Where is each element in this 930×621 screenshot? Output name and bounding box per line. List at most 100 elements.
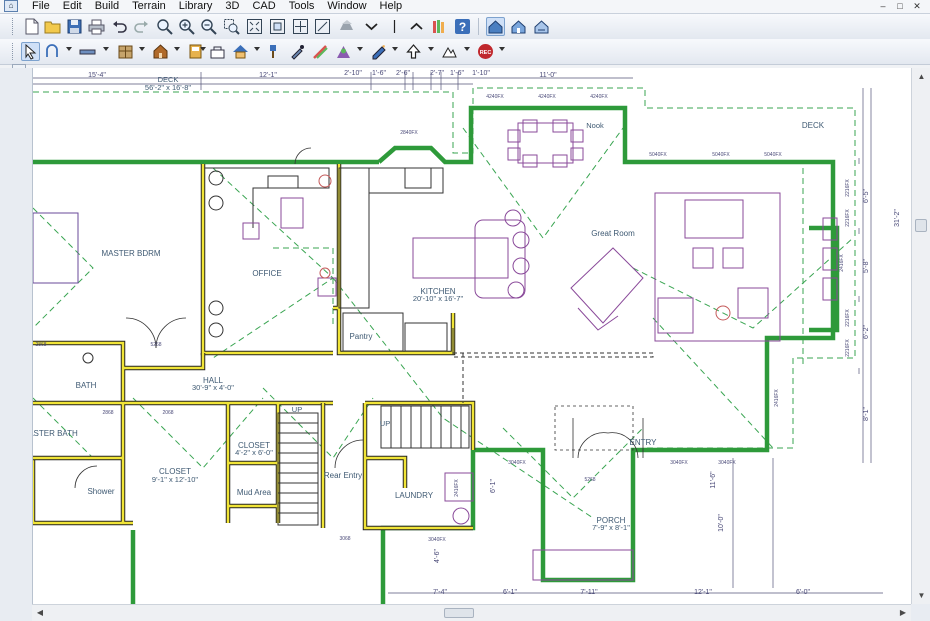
text-tool-dropdown[interactable] bbox=[392, 47, 398, 51]
master-bath-label: ASTER BATH bbox=[33, 429, 78, 438]
close-button[interactable]: ✕ bbox=[910, 0, 924, 12]
menu-bar: ⌂ File Edit Build Terrain Library 3D CAD… bbox=[0, 0, 930, 14]
wall-tool-icon[interactable] bbox=[78, 42, 97, 61]
arrow-tool-dropdown[interactable] bbox=[428, 47, 434, 51]
library-browser-icon[interactable] bbox=[430, 17, 449, 36]
open-icon[interactable] bbox=[43, 17, 62, 36]
cabinet-outlines bbox=[205, 167, 654, 403]
record-dropdown[interactable] bbox=[499, 47, 505, 51]
camera-tool-icon[interactable] bbox=[334, 42, 353, 61]
print-icon[interactable] bbox=[87, 17, 106, 36]
paint-brush-icon[interactable] bbox=[266, 42, 285, 61]
door-swings bbox=[74, 147, 644, 489]
door-tool-icon[interactable] bbox=[151, 42, 170, 61]
main-toolbar: ? bbox=[0, 14, 930, 40]
terrain-tool-icon[interactable] bbox=[440, 42, 459, 61]
terrain-tool-dropdown[interactable] bbox=[464, 47, 470, 51]
text-tool-icon[interactable] bbox=[369, 42, 388, 61]
scroll-left-icon[interactable]: ◀ bbox=[32, 605, 48, 621]
menu-3d[interactable]: 3D bbox=[225, 0, 239, 13]
laundry-label: LAUNDRY bbox=[395, 491, 434, 500]
menu-window[interactable]: Window bbox=[327, 0, 366, 13]
cabinet-tool-dropdown[interactable] bbox=[139, 47, 145, 51]
stairs-up-label: UP bbox=[292, 405, 302, 414]
hall-dims: 30'-9" x 4'-0" bbox=[192, 383, 234, 392]
help-icon[interactable]: ? bbox=[453, 17, 472, 36]
room-labels: DECK 56'-2" x 16'-8" DECK Nook MASTER BD… bbox=[33, 75, 825, 532]
menu-build[interactable]: Build bbox=[95, 0, 119, 13]
window-tag: 2840FX bbox=[400, 130, 418, 136]
dim-misc-0: 6'-1" bbox=[490, 479, 497, 493]
vertical-scroll-thumb[interactable] bbox=[915, 219, 927, 232]
plan-view-icon[interactable] bbox=[486, 17, 505, 36]
floor-up-icon[interactable] bbox=[407, 17, 426, 36]
wall-tool-dropdown[interactable] bbox=[103, 47, 109, 51]
redo-icon[interactable] bbox=[132, 17, 151, 36]
zoom-out-icon[interactable] bbox=[199, 17, 218, 36]
drawing-canvas[interactable]: DECK 56'-2" x 16'-8" DECK Nook MASTER BD… bbox=[32, 68, 912, 604]
door-tag: 2868 bbox=[102, 410, 113, 416]
arrow-up-tool-icon[interactable] bbox=[404, 42, 423, 61]
closet-small-dims: 4'-2" x 6'-0" bbox=[235, 448, 273, 457]
menu-file[interactable]: File bbox=[32, 0, 50, 13]
zoom-box-icon[interactable] bbox=[222, 17, 241, 36]
menu-terrain[interactable]: Terrain bbox=[132, 0, 166, 13]
scroll-right-icon[interactable]: ▶ bbox=[895, 605, 911, 621]
great-room-label: Great Room bbox=[591, 229, 635, 238]
select-arrow-icon[interactable] bbox=[21, 42, 40, 61]
undo-icon[interactable] bbox=[110, 17, 129, 36]
menu-tools[interactable]: Tools bbox=[289, 0, 315, 13]
window-tag: 4240FX bbox=[538, 94, 556, 100]
cabinet-tool-icon[interactable] bbox=[116, 42, 135, 61]
edit-handles-icon[interactable] bbox=[43, 42, 62, 61]
menu-library[interactable]: Library bbox=[179, 0, 213, 13]
stairs-tool-icon[interactable] bbox=[208, 42, 227, 61]
pan-icon[interactable] bbox=[291, 17, 310, 36]
record-icon[interactable]: REC bbox=[476, 42, 495, 61]
horizontal-scroll-thumb[interactable] bbox=[444, 608, 474, 618]
save-icon[interactable] bbox=[65, 17, 84, 36]
roof-tool-icon[interactable] bbox=[231, 42, 250, 61]
fill-window-icon[interactable] bbox=[245, 17, 264, 36]
window-tag: 5040FX bbox=[649, 152, 667, 158]
level-split-icon[interactable] bbox=[385, 17, 404, 36]
minimize-button[interactable]: – bbox=[876, 0, 890, 12]
overview-icon[interactable] bbox=[532, 17, 551, 36]
scroll-down-icon[interactable]: ▼ bbox=[912, 587, 930, 604]
trees-icon[interactable] bbox=[337, 17, 356, 36]
door-tag: 2068 bbox=[162, 410, 173, 416]
window-tag: 2216FX bbox=[845, 209, 851, 227]
toolbar-grip[interactable] bbox=[12, 18, 16, 35]
edit-handles-dropdown[interactable] bbox=[66, 47, 72, 51]
dim-right-4: 8'-1" bbox=[863, 407, 870, 421]
scroll-up-icon[interactable]: ▲ bbox=[912, 68, 930, 85]
window-tag: 2216FX bbox=[845, 179, 851, 197]
material-eyedropper-icon[interactable] bbox=[288, 42, 307, 61]
color-palette-icon[interactable] bbox=[311, 42, 330, 61]
menu-help[interactable]: Help bbox=[380, 0, 403, 13]
zoom-icon[interactable] bbox=[155, 17, 174, 36]
vertical-scrollbar[interactable]: ▲ ▼ bbox=[911, 68, 930, 604]
menu-cad[interactable]: CAD bbox=[252, 0, 275, 13]
floor-plan[interactable]: DECK 56'-2" x 16'-8" DECK Nook MASTER BD… bbox=[33, 68, 912, 604]
maximize-button[interactable]: □ bbox=[893, 0, 907, 12]
camera-tool-dropdown[interactable] bbox=[357, 47, 363, 51]
fill-window-building-icon[interactable] bbox=[268, 17, 287, 36]
menu-edit[interactable]: Edit bbox=[63, 0, 82, 13]
app-icon[interactable]: ⌂ bbox=[4, 0, 18, 12]
horizontal-scrollbar[interactable]: ◀ ▶ bbox=[32, 604, 911, 621]
roof-tool-dropdown[interactable] bbox=[254, 47, 260, 51]
swap-view-icon[interactable] bbox=[313, 17, 332, 36]
dim-top-8: 11'-0" bbox=[539, 72, 557, 79]
door-tool-dropdown[interactable] bbox=[174, 47, 180, 51]
window-tag: 2216FX bbox=[845, 309, 851, 327]
zoom-in-icon[interactable] bbox=[177, 17, 196, 36]
floor-down-icon[interactable] bbox=[362, 17, 381, 36]
window-tool-icon[interactable] bbox=[186, 42, 205, 61]
window-tool-dropdown[interactable] bbox=[200, 47, 206, 51]
bath-label: BATH bbox=[76, 381, 97, 390]
door-tag: 2868 bbox=[35, 342, 46, 348]
toolbar-grip[interactable] bbox=[12, 43, 16, 60]
camera-view-icon[interactable] bbox=[509, 17, 528, 36]
new-icon[interactable] bbox=[22, 17, 41, 36]
